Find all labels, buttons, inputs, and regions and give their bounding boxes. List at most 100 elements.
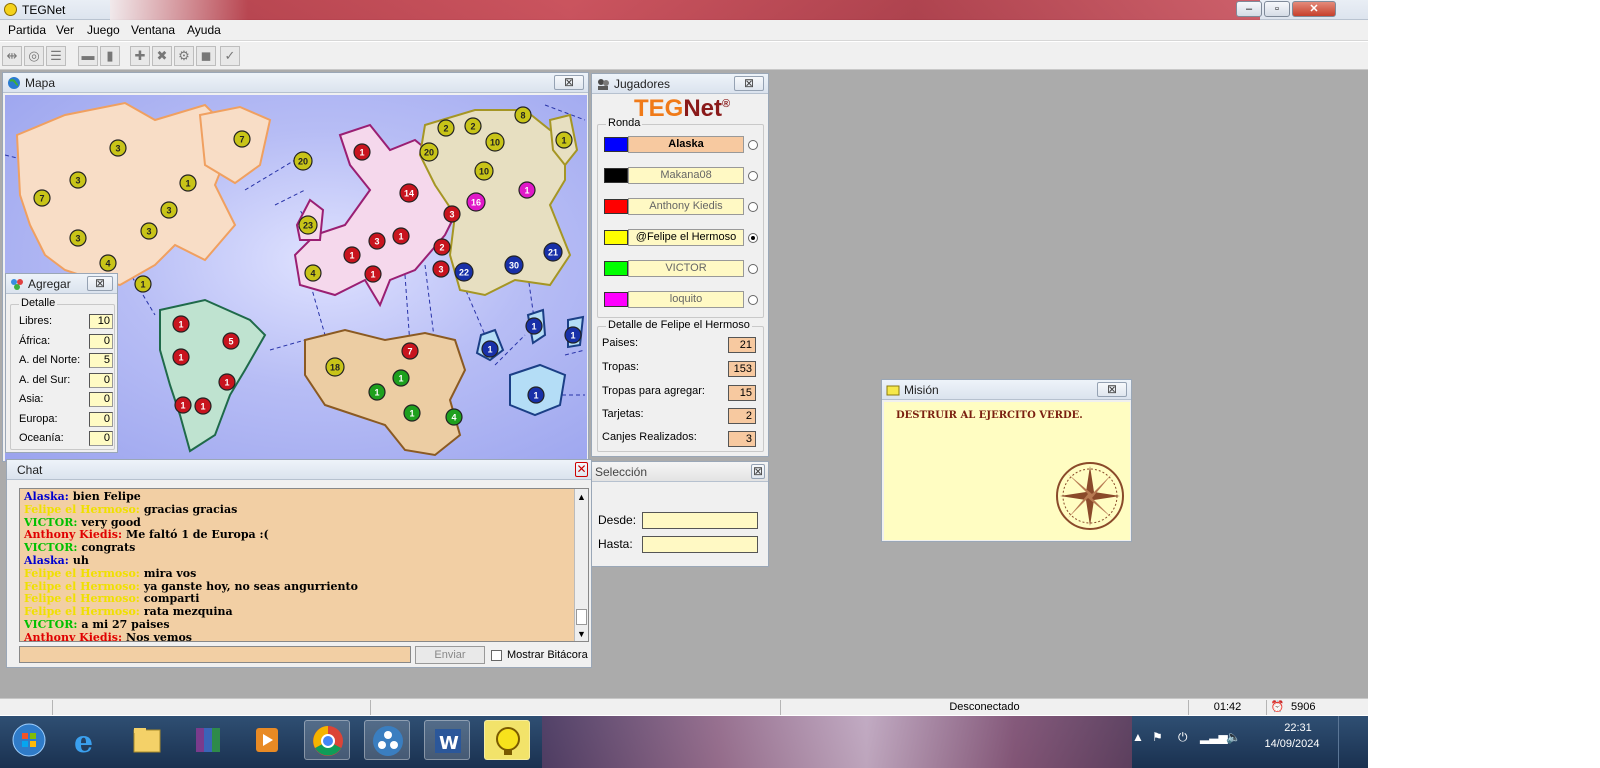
army-marker[interactable]: 3	[432, 260, 450, 278]
army-marker[interactable]: 7	[233, 130, 251, 148]
army-marker[interactable]: 1	[527, 386, 545, 404]
player-turn-radio[interactable]	[748, 171, 758, 181]
add-icon[interactable]: ✚	[130, 46, 150, 66]
army-marker[interactable]: 3	[368, 232, 386, 250]
army-marker[interactable]: 3	[140, 222, 158, 240]
army-marker[interactable]: 20	[293, 151, 313, 171]
army-marker[interactable]: 14	[399, 183, 419, 203]
get-card-icon[interactable]: ◼	[196, 46, 216, 66]
player-turn-radio[interactable]	[748, 140, 758, 150]
army-marker[interactable]: 7	[401, 342, 419, 360]
army-marker[interactable]: 1	[481, 340, 499, 358]
map-window-close-button[interactable]: ⊠	[554, 75, 584, 90]
regroup-icon[interactable]: ⚙	[174, 46, 194, 66]
desde-field[interactable]	[642, 512, 758, 529]
tray-expand-icon[interactable]: ▲	[1132, 730, 1144, 744]
close-button[interactable]: ✕	[1292, 1, 1336, 17]
hasta-field[interactable]	[642, 536, 758, 553]
agregar-window-close-button[interactable]: ⊠	[87, 276, 113, 291]
army-marker[interactable]: 1	[392, 369, 410, 387]
mision-window-close-button[interactable]: ⊠	[1097, 382, 1127, 397]
minimize-button[interactable]: –	[1236, 1, 1262, 17]
army-marker[interactable]: 2	[437, 119, 455, 137]
card2-icon[interactable]: ▮	[100, 46, 120, 66]
army-marker[interactable]: 18	[325, 357, 345, 377]
army-marker[interactable]: 8	[514, 106, 532, 124]
taskbar-clock-time[interactable]: 22:31	[1268, 722, 1328, 734]
jugadores-window-close-button[interactable]: ⊠	[734, 76, 764, 91]
army-marker[interactable]: 23	[298, 215, 318, 235]
scroll-thumb[interactable]	[576, 609, 587, 625]
media-player-icon[interactable]	[244, 720, 290, 760]
app-circle-icon[interactable]	[364, 720, 410, 760]
army-marker[interactable]: 1	[525, 317, 543, 335]
maximize-button[interactable]: ▫	[1264, 1, 1290, 17]
player-turn-radio[interactable]	[748, 233, 758, 243]
connect-icon[interactable]: ⇹	[2, 46, 22, 66]
army-marker[interactable]: 21	[543, 242, 563, 262]
army-marker[interactable]: 1	[172, 315, 190, 333]
word-icon[interactable]: W	[424, 720, 470, 760]
army-marker[interactable]: 3	[69, 171, 87, 189]
scroll-up-icon[interactable]: ▲	[577, 492, 586, 502]
volume-icon[interactable]: 🔈	[1226, 730, 1241, 744]
army-marker[interactable]: 4	[445, 408, 463, 426]
army-marker[interactable]: 1	[218, 373, 236, 391]
army-marker[interactable]: 7	[33, 189, 51, 207]
army-marker[interactable]: 4	[304, 264, 322, 282]
chat-log[interactable]: Alaska: bien Felipe Felipe el Hermoso: grac…	[19, 488, 589, 642]
menu-ver[interactable]: Ver	[56, 23, 74, 37]
army-marker[interactable]: 3	[160, 201, 178, 219]
army-marker[interactable]: 3	[443, 205, 461, 223]
internet-explorer-icon[interactable]: e	[64, 720, 110, 760]
army-marker[interactable]: 3	[69, 229, 87, 247]
army-marker[interactable]: 10	[485, 132, 505, 152]
action-center-flag-icon[interactable]: ⚑	[1152, 730, 1163, 744]
army-marker[interactable]: 1	[392, 227, 410, 245]
army-marker[interactable]: 3	[109, 139, 127, 157]
army-marker[interactable]: 1	[368, 383, 386, 401]
army-marker[interactable]: 1	[555, 131, 573, 149]
player-turn-radio[interactable]	[748, 264, 758, 274]
disconnect-icon[interactable]: ◎	[24, 46, 44, 66]
menu-ventana[interactable]: Ventana	[131, 23, 175, 37]
army-marker[interactable]: 5	[222, 332, 240, 350]
army-marker[interactable]: 1	[564, 326, 582, 344]
show-desktop-button[interactable]	[1338, 716, 1352, 768]
player-turn-radio[interactable]	[748, 202, 758, 212]
army-marker[interactable]: 20	[419, 142, 439, 162]
army-marker[interactable]: 2	[433, 238, 451, 256]
chat-message-input[interactable]	[19, 646, 411, 663]
player-turn-radio[interactable]	[748, 295, 758, 305]
army-marker[interactable]: 2	[464, 117, 482, 135]
army-marker[interactable]: 1	[364, 265, 382, 283]
army-marker[interactable]: 1	[343, 246, 361, 264]
scroll-down-icon[interactable]: ▼	[577, 629, 586, 639]
menu-juego[interactable]: Juego	[87, 23, 120, 37]
army-marker[interactable]: 1	[134, 275, 152, 293]
army-marker[interactable]: 10	[474, 161, 494, 181]
start-orb-icon[interactable]	[6, 720, 52, 760]
army-marker[interactable]: 1	[403, 404, 421, 422]
army-marker[interactable]: 1	[353, 143, 371, 161]
attack-icon[interactable]: ✖	[152, 46, 172, 66]
chrome-icon[interactable]	[304, 720, 350, 760]
file-explorer-icon[interactable]	[124, 720, 170, 760]
end-turn-icon[interactable]: ✓	[220, 46, 240, 66]
tegnet-icon[interactable]	[484, 720, 530, 760]
army-marker[interactable]: 1	[194, 397, 212, 415]
army-marker[interactable]: 1	[174, 396, 192, 414]
continent-north-america[interactable]	[15, 101, 272, 287]
list-icon[interactable]: ☰	[46, 46, 66, 66]
army-marker[interactable]: 22	[454, 262, 474, 282]
send-button[interactable]: Enviar	[415, 646, 485, 664]
army-marker[interactable]: 30	[504, 255, 524, 275]
seleccion-window-close-button[interactable]: ⊠	[751, 464, 765, 479]
army-marker[interactable]: 16	[466, 192, 486, 212]
winrar-icon[interactable]	[184, 720, 230, 760]
show-log-checkbox[interactable]	[491, 650, 502, 661]
chat-scrollbar[interactable]: ▲ ▼	[574, 489, 588, 641]
army-marker[interactable]: 4	[99, 254, 117, 272]
network-signal-icon[interactable]: ▂▃▅	[1200, 730, 1228, 744]
army-marker[interactable]: 1	[179, 174, 197, 192]
